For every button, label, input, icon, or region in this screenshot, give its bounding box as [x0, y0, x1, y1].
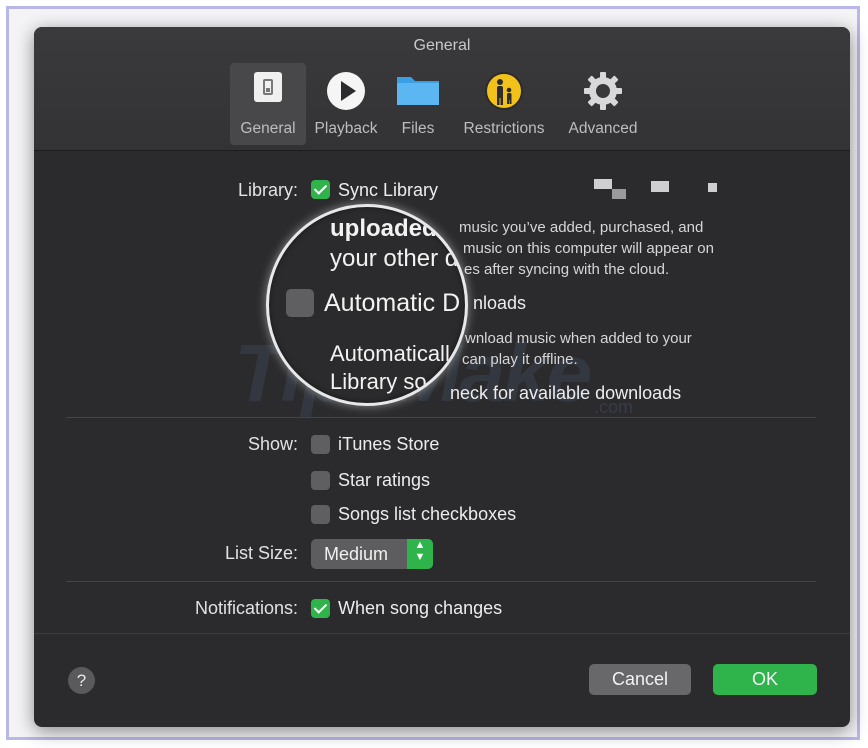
folder-small-icon — [651, 181, 669, 192]
library-label: Library: — [237, 180, 298, 200]
list-size-select[interactable]: Medium ▲ ▼ — [311, 539, 433, 569]
star-ratings-label: Star ratings — [338, 470, 431, 490]
cloud-status-icon — [594, 179, 612, 189]
magnified-text-5: Library so — [330, 369, 427, 394]
library-description-3: es after syncing with the cloud. — [464, 261, 670, 278]
automatic-downloads-checkbox[interactable] — [286, 289, 314, 317]
music-small-icon — [708, 183, 717, 192]
show-label: Show: — [247, 434, 298, 454]
play-icon — [326, 71, 366, 116]
library-description-1: music you’ve added, purchased, and — [459, 219, 704, 236]
library-description-2: music on this computer will appear on — [463, 240, 714, 257]
tab-restrictions-label: Restrictions — [463, 120, 545, 137]
separator — [66, 417, 816, 418]
ok-button[interactable]: OK — [713, 664, 817, 695]
parental-icon — [484, 71, 524, 116]
magnifier-lens: uploaded. your other d Automatic D Autom… — [266, 204, 468, 406]
window-title: General — [413, 37, 471, 54]
automatic-downloads-description-2: can play it offline. — [462, 351, 578, 368]
preferences-dialog: General General Playback Files Restricti… — [34, 27, 850, 727]
folder-icon — [395, 71, 441, 112]
tab-general[interactable]: General — [230, 63, 306, 145]
magnified-text-2: your other d — [330, 245, 459, 272]
help-button[interactable]: ? — [68, 667, 95, 694]
sync-library-label: Sync Library — [338, 180, 439, 200]
tab-advanced-label: Advanced — [568, 120, 638, 137]
when-song-changes-label: When song changes — [338, 598, 503, 618]
tab-playback-label: Playback — [314, 120, 378, 137]
magnified-text-1: uploaded. — [330, 215, 444, 242]
songs-list-checkboxes-label: Songs list checkboxes — [338, 504, 517, 524]
tab-restrictions[interactable]: Restrictions — [452, 63, 556, 145]
tab-files[interactable]: Files — [388, 63, 448, 145]
sync-library-checkbox[interactable] — [311, 180, 330, 199]
gear-icon — [583, 71, 623, 116]
automatic-downloads-description-1: wnload music when added to your — [465, 330, 692, 347]
switch-icon — [253, 71, 283, 108]
cloud-status-icon-2 — [612, 189, 626, 199]
when-song-changes-checkbox[interactable] — [311, 599, 330, 618]
star-ratings-checkbox[interactable] — [311, 471, 330, 490]
tab-files-label: Files — [401, 120, 435, 137]
separator — [34, 633, 850, 634]
list-size-label: List Size: — [224, 543, 298, 563]
magnified-text-4: Automaticall — [330, 341, 450, 366]
magnified-checkbox-label: Automatic D — [324, 289, 461, 317]
automatic-downloads-label: nloads — [473, 293, 527, 313]
itunes-store-label: iTunes Store — [338, 434, 440, 454]
chevron-updown-icon: ▲ ▼ — [407, 539, 433, 569]
songs-list-checkboxes-checkbox[interactable] — [311, 505, 330, 524]
list-size-value: Medium — [324, 544, 389, 564]
separator — [66, 581, 816, 582]
notifications-label: Notifications: — [194, 598, 298, 618]
tab-general-label: General — [240, 120, 296, 137]
tab-playback[interactable]: Playback — [308, 63, 384, 145]
check-downloads-label[interactable]: neck for available downloads — [450, 383, 681, 404]
tab-advanced[interactable]: Advanced — [560, 63, 646, 145]
itunes-store-checkbox[interactable] — [311, 435, 330, 454]
cancel-button[interactable]: Cancel — [589, 664, 691, 695]
toolbar: General General Playback Files Restricti… — [34, 27, 850, 151]
